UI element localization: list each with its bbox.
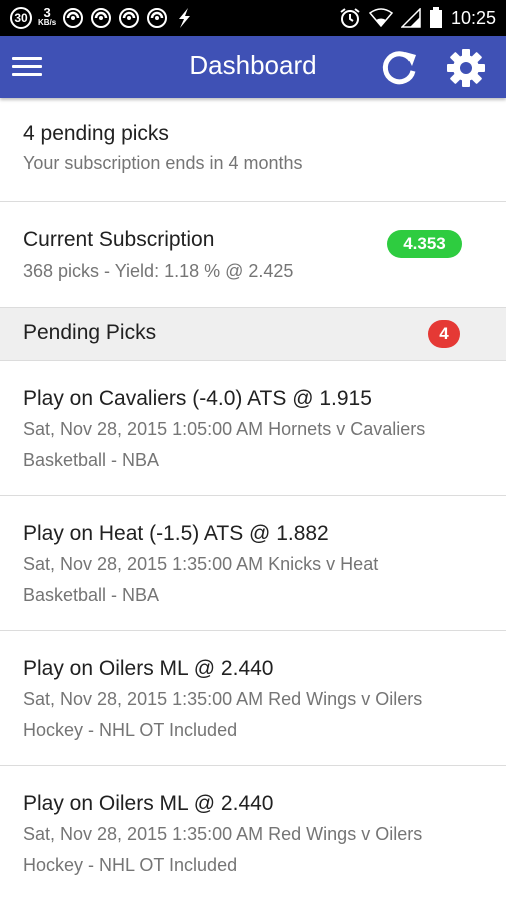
subscription-expiry-text: Your subscription ends in 4 months (23, 153, 303, 173)
app-bar: Dashboard (0, 36, 506, 98)
pick-datetime-matchup: Sat, Nov 28, 2015 1:35:00 AM Red Wings v… (23, 689, 423, 709)
pending-picks-header: Pending Picks 4 (0, 308, 506, 361)
dashboard-content: 4 pending picks Your subscription ends i… (0, 98, 506, 901)
pick-title: Play on Heat (-1.5) ATS @ 1.882 (23, 522, 329, 545)
pick-list-item[interactable]: Play on Oilers ML @ 2.440 Sat, Nov 28, 2… (0, 766, 506, 901)
pick-league: Hockey - NHL OT Included (23, 855, 238, 875)
swirl-icon (63, 8, 84, 28)
pending-count-badge: 4 (428, 320, 460, 348)
alarm-icon (340, 8, 360, 28)
pick-list-item[interactable]: Play on Heat (-1.5) ATS @ 1.882 Sat, Nov… (0, 496, 506, 631)
pick-datetime-matchup: Sat, Nov 28, 2015 1:35:00 AM Knicks v He… (23, 554, 379, 574)
pick-league: Basketball - NBA (23, 585, 160, 605)
status-bar-right: 10:25 (339, 4, 496, 32)
pending-count-text: 4 pending picks (23, 122, 169, 145)
status-bar-left: 30 3 KB/s (10, 4, 194, 32)
status-bar: 30 3 KB/s 10:25 (0, 0, 506, 36)
pending-picks-title: Pending Picks (23, 321, 157, 344)
gear-icon[interactable] (446, 48, 486, 88)
subscription-score-badge: 4.353 (387, 230, 462, 258)
swirl-icon (91, 8, 112, 28)
pick-title: Play on Oilers ML @ 2.440 (23, 657, 274, 680)
swirl-icon (147, 8, 168, 28)
pick-league: Basketball - NBA (23, 450, 160, 470)
refresh-icon[interactable] (378, 46, 420, 88)
pick-list-item[interactable]: Play on Cavaliers (-4.0) ATS @ 1.915 Sat… (0, 361, 506, 496)
current-subscription-card[interactable]: Current Subscription 368 picks - Yield: … (0, 202, 506, 308)
pick-datetime-matchup: Sat, Nov 28, 2015 1:35:00 AM Red Wings v… (23, 824, 423, 844)
pending-summary-card[interactable]: 4 pending picks Your subscription ends i… (0, 98, 506, 202)
pick-datetime-matchup: Sat, Nov 28, 2015 1:05:00 AM Hornets v C… (23, 419, 426, 439)
wifi-icon (368, 8, 393, 28)
clock-time: 10:25 (450, 7, 496, 28)
battery-icon (429, 7, 442, 28)
signal-icon (400, 8, 421, 28)
network-speed: 3 KB/s (38, 5, 57, 28)
subscription-details: 368 picks - Yield: 1.18 % @ 2.425 (23, 261, 294, 281)
pick-title: Play on Oilers ML @ 2.440 (23, 792, 274, 815)
pick-league: Hockey - NHL OT Included (23, 720, 238, 740)
network-speed-unit: KB/s (38, 18, 57, 27)
subscription-title: Current Subscription (23, 228, 215, 251)
network-speed-value: 3 (43, 5, 51, 20)
notification-count-icon: 30 (10, 7, 32, 29)
swirl-icon (119, 8, 140, 28)
lightning-icon (179, 8, 191, 28)
pick-list-item[interactable]: Play on Oilers ML @ 2.440 Sat, Nov 28, 2… (0, 631, 506, 766)
pick-title: Play on Cavaliers (-4.0) ATS @ 1.915 (23, 387, 372, 410)
page-title: Dashboard (189, 50, 317, 80)
